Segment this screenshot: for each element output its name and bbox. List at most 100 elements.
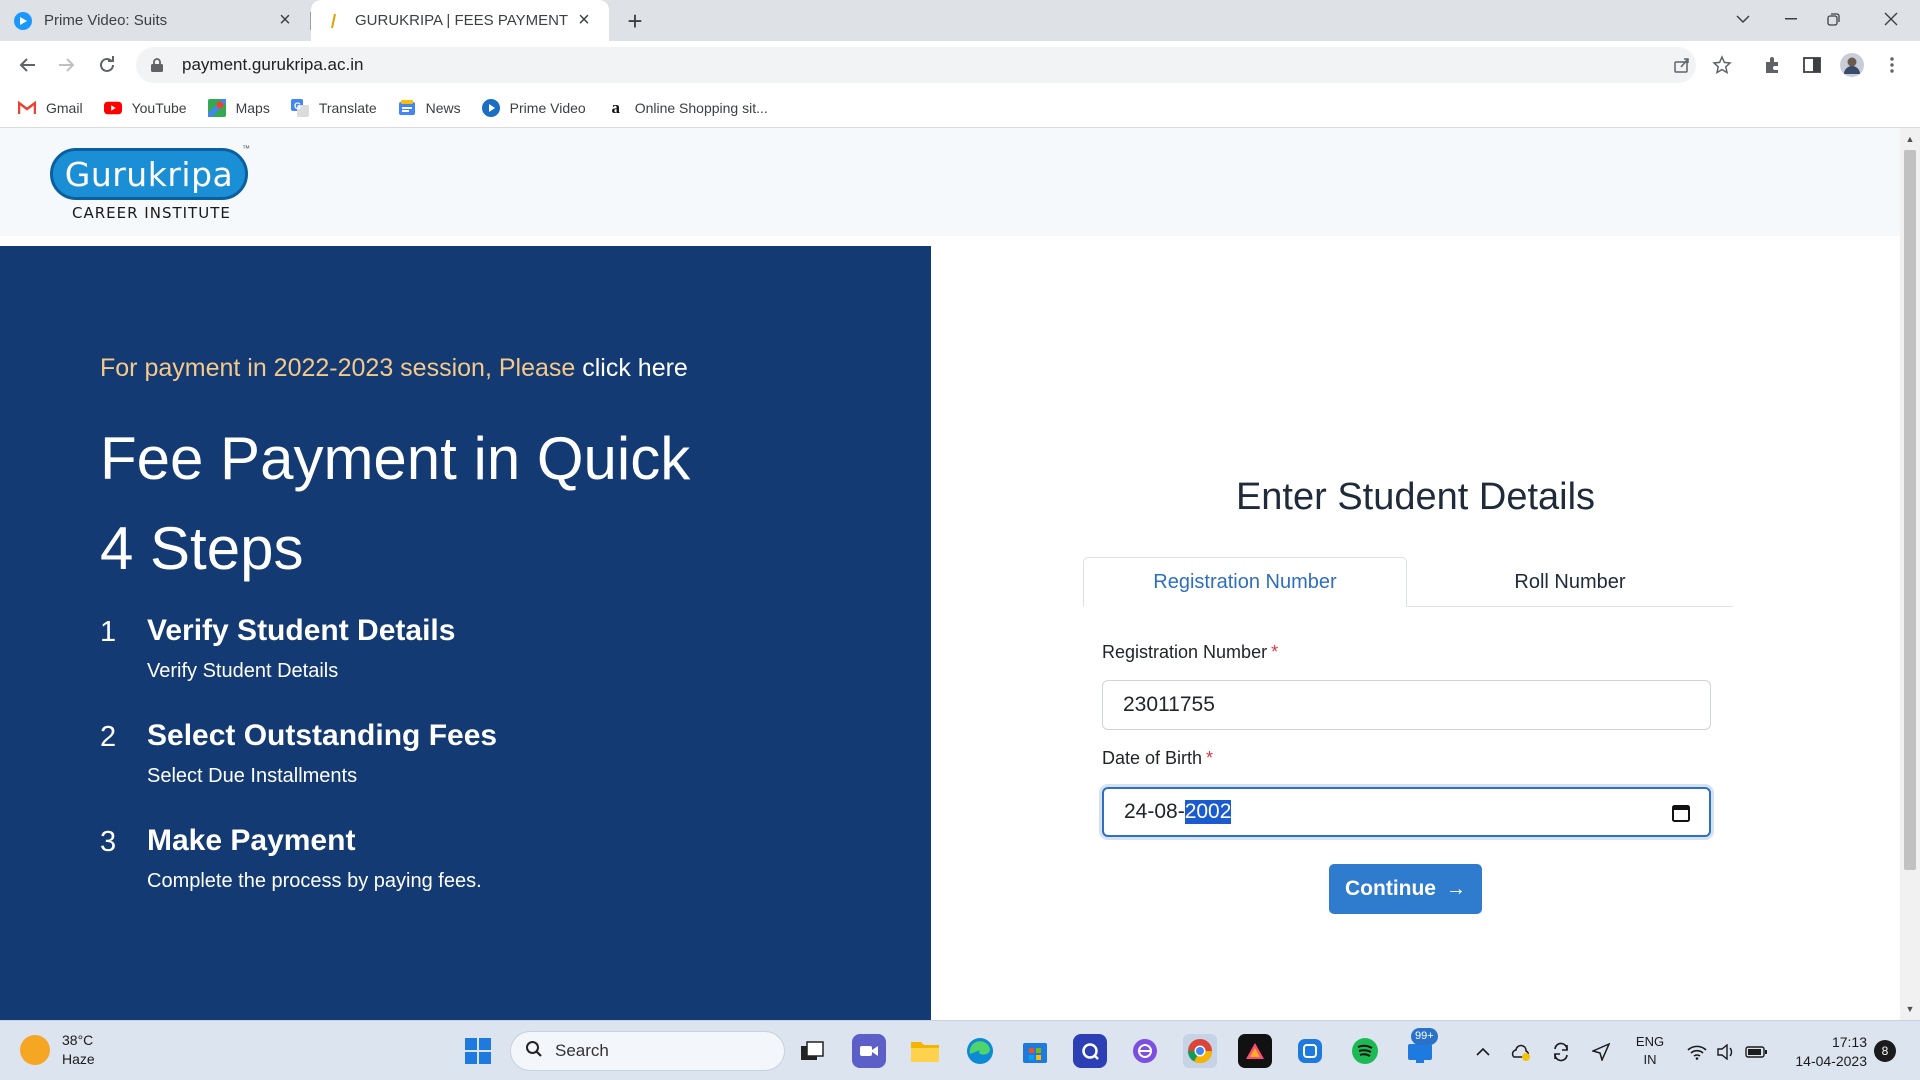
microsoft-store-icon[interactable] (1018, 1034, 1052, 1068)
close-window-button[interactable] (1868, 0, 1914, 38)
prime-video-icon (481, 99, 500, 117)
task-view-icon[interactable] (795, 1034, 829, 1068)
tab-title: Prime Video: Suits (44, 12, 168, 29)
hero-title: Fee Payment in Quick 4 Steps (100, 425, 691, 582)
clock-time: 17:13 (1831, 1034, 1867, 1050)
browser-toolbar: payment.gurukripa.ac.in (0, 41, 1920, 89)
dob-year-selected: 2002 (1184, 800, 1232, 824)
label-text: Date of Birth (1102, 748, 1203, 768)
language-code: ENG (1635, 1034, 1665, 1049)
bookmark-label: Prime Video (509, 100, 586, 116)
restore-button[interactable] (1810, 0, 1856, 38)
news-icon (398, 99, 416, 117)
haze-sun-icon (20, 1035, 50, 1065)
page-scrollbar[interactable]: ▲ ▼ (1900, 128, 1920, 1020)
back-icon[interactable] (11, 49, 43, 81)
tab-search-icon[interactable] (1720, 0, 1766, 38)
registration-number-value: 23011755 (1123, 693, 1215, 716)
weather-condition: Haze (62, 1051, 95, 1067)
extensions-icon[interactable] (1756, 49, 1788, 81)
cortana-app-icon[interactable] (1073, 1034, 1107, 1068)
registration-number-input[interactable]: 23011755 (1102, 680, 1711, 730)
taskbar-search[interactable]: Search (510, 1031, 785, 1071)
app-purple-icon[interactable] (1128, 1034, 1162, 1068)
bookmark-label: News (425, 100, 461, 116)
lock-icon (150, 57, 166, 73)
location-arrow-icon[interactable] (1590, 1041, 1612, 1063)
bookmark-online-shopping[interactable]: a Online Shopping sit... (607, 98, 768, 117)
tab-registration-number[interactable]: Registration Number (1083, 557, 1407, 607)
arrow-right-icon: → (1445, 877, 1466, 900)
bookmark-gmail[interactable]: Gmail (18, 99, 83, 117)
bookmark-maps[interactable]: Maps (207, 99, 270, 117)
tab-gurukripa[interactable]: GURUKRIPA | FEES PAYMENT × (311, 0, 609, 41)
profile-avatar[interactable] (1836, 49, 1868, 81)
sync-icon[interactable] (1550, 1041, 1572, 1063)
bookmark-news[interactable]: News (398, 99, 461, 117)
bookmark-label: Translate (318, 100, 377, 116)
chrome-icon[interactable] (1183, 1034, 1217, 1068)
scroll-thumb[interactable] (1904, 150, 1916, 870)
notification-center-badge[interactable]: 8 (1874, 1040, 1896, 1062)
prime-video-icon (14, 11, 32, 30)
teams-chat-icon[interactable] (852, 1034, 886, 1068)
step-subtitle: Complete the process by paying fees. (147, 870, 482, 892)
onedrive-warning-icon[interactable] (1510, 1041, 1532, 1063)
gurukripa-favicon (325, 12, 343, 30)
step-number: 3 (100, 826, 117, 858)
date-of-birth-label: Date of Birth * (1102, 748, 1213, 769)
reload-icon[interactable] (91, 49, 123, 81)
required-asterisk: * (1206, 748, 1214, 768)
search-icon (525, 1040, 543, 1063)
address-bar[interactable]: payment.gurukripa.ac.in (136, 47, 1696, 83)
app-blue-square-icon[interactable] (1293, 1034, 1327, 1068)
bookmark-prime-video[interactable]: Prime Video (481, 99, 586, 117)
new-tab-button[interactable]: + (620, 6, 650, 36)
wifi-icon[interactable] (1686, 1041, 1708, 1063)
chevron-up-icon[interactable] (1472, 1041, 1494, 1063)
youtube-icon (103, 99, 122, 117)
share-icon[interactable] (1666, 49, 1698, 81)
close-icon[interactable]: × (274, 9, 296, 32)
lookup-tabs: Registration Number Roll Number (1083, 557, 1733, 607)
edge-icon[interactable] (963, 1034, 997, 1068)
dob-day-month: 24-08- (1124, 800, 1185, 823)
language-indicator[interactable]: ENG IN (1628, 1033, 1672, 1069)
continue-button[interactable]: Continue → (1329, 864, 1482, 914)
click-here-link[interactable]: click here (582, 354, 688, 382)
gurukripa-logo[interactable]: Gurukripa ™ CAREER INSTITUTE (50, 144, 250, 228)
windows-taskbar: 38°C Haze Search 99+ ENG IN 17:13 14-04-… (0, 1020, 1920, 1080)
menu-dots-icon[interactable] (1876, 49, 1908, 81)
battery-icon[interactable] (1745, 1041, 1767, 1063)
adobe-express-icon[interactable] (1238, 1034, 1272, 1068)
system-clock[interactable]: 17:13 14-04-2023 (1783, 1033, 1867, 1071)
calendar-icon[interactable] (1671, 803, 1691, 823)
url-text: payment.gurukripa.ac.in (182, 55, 364, 74)
svg-text:G: G (294, 101, 301, 111)
side-panel-icon[interactable] (1796, 49, 1828, 81)
maps-icon (207, 99, 226, 117)
bookmark-star-icon[interactable] (1706, 49, 1738, 81)
tab-roll-number[interactable]: Roll Number (1408, 557, 1732, 607)
scroll-up-icon[interactable]: ▲ (1905, 134, 1915, 144)
browser-tab-strip: Prime Video: Suits × GURUKRIPA | FEES PA… (0, 0, 1920, 41)
file-explorer-icon[interactable] (908, 1034, 942, 1068)
spotify-icon[interactable] (1348, 1034, 1382, 1068)
bookmark-youtube[interactable]: YouTube (103, 99, 187, 117)
session-notice: For payment in 2022-2023 session, Please… (100, 354, 688, 383)
volume-icon[interactable] (1715, 1041, 1737, 1063)
region-code: IN (1643, 1052, 1657, 1067)
date-of-birth-input[interactable]: 24-08- 2002 (1102, 787, 1711, 837)
close-icon[interactable]: × (573, 9, 595, 32)
forward-icon[interactable] (51, 49, 83, 81)
tab-prime-video[interactable]: Prime Video: Suits × (0, 0, 310, 41)
bookmark-label: Online Shopping sit... (634, 100, 768, 116)
logo-pill: Gurukripa (50, 148, 248, 200)
bookmark-label: YouTube (131, 100, 187, 116)
minimize-button[interactable] (1768, 0, 1814, 38)
weather-widget[interactable]: 38°C Haze (20, 1031, 95, 1069)
gmail-icon (18, 99, 36, 117)
start-icon[interactable] (461, 1034, 495, 1068)
scroll-down-icon[interactable]: ▼ (1905, 1004, 1915, 1014)
bookmark-translate[interactable]: G Translate (290, 99, 377, 117)
